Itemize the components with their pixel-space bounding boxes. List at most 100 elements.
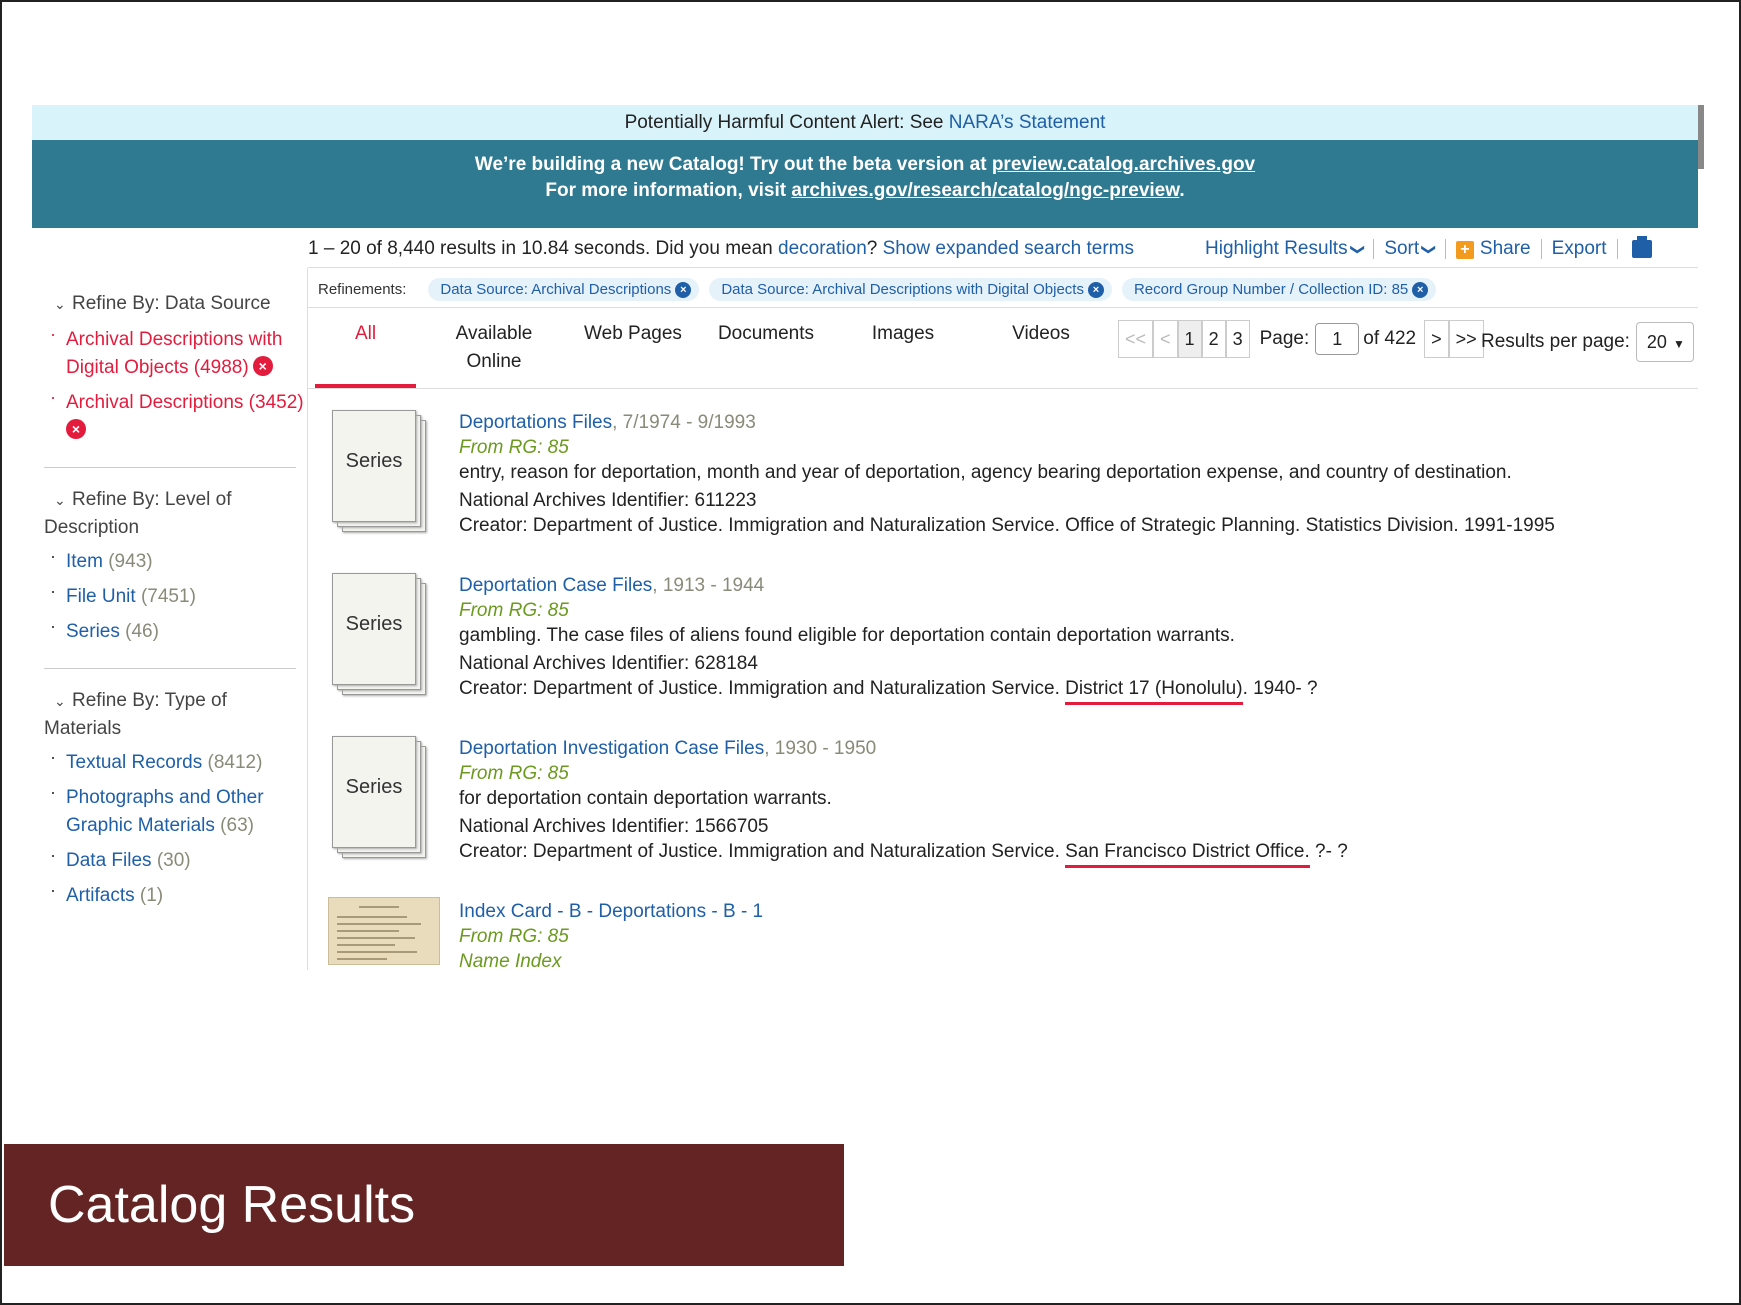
facet-item-archival-descriptions[interactable]: Archival Descriptions (3452) × [44, 383, 307, 445]
tab-videos[interactable]: Videos [968, 320, 1114, 388]
facet-title[interactable]: ⌄ Refine By: Level of Description [44, 486, 307, 542]
facet-count: (30) [156, 850, 191, 871]
result-title-link[interactable]: Deportation Case Files [459, 575, 652, 596]
nara-statement-link[interactable]: NARA’s Statement [949, 112, 1106, 133]
page-3-button[interactable]: 3 [1225, 320, 1250, 358]
facet-item-label: Archival Descriptions with [66, 329, 283, 350]
share-button[interactable]: + Share [1455, 238, 1531, 260]
facet-item-textual-records[interactable]: Textual Records (8412) [44, 743, 307, 777]
page-number-input[interactable]: 1 [1315, 323, 1360, 355]
facet-item-link[interactable]: Graphic Materials [66, 815, 215, 836]
beta-text: We’re building a new Catalog! Try out th… [474, 154, 992, 175]
first-page-button[interactable]: << [1118, 320, 1154, 358]
result-naid: National Archives Identifier: 611223 [459, 490, 757, 511]
card-line [337, 951, 417, 953]
prev-page-button[interactable]: < [1153, 320, 1178, 358]
export-button[interactable]: Export [1552, 238, 1607, 260]
page-1-button[interactable]: 1 [1177, 320, 1202, 358]
toolbar-divider [1444, 239, 1446, 259]
facet-count: (1) [139, 885, 164, 906]
facet-count: (46) [125, 621, 159, 642]
facet-title[interactable]: ⌄ Refine By: Type of Materials [44, 687, 307, 743]
tab-images[interactable]: Images [838, 320, 968, 388]
result-title-link[interactable]: Deportations Files [459, 412, 612, 433]
refine-sidebar: ⌄ Refine By: Data Source Archival Descrip… [32, 268, 308, 970]
facet-item-photographs[interactable]: Photographs and Other Graphic Materials (… [44, 778, 307, 840]
last-page-button[interactable]: >> [1448, 320, 1484, 358]
tab-documents[interactable]: Documents [694, 320, 838, 388]
remove-icon[interactable]: × [1412, 281, 1429, 298]
facet-item-link[interactable]: Data Files [66, 850, 152, 871]
facet-item-archival-with-digital[interactable]: Archival Descriptions with Digital Object… [44, 320, 307, 382]
sort-button[interactable]: Sort ❯ [1384, 238, 1437, 260]
remove-icon[interactable]: × [252, 356, 273, 376]
facet-count: (63) [220, 815, 254, 836]
remove-icon[interactable]: × [66, 419, 86, 439]
result-title-link[interactable]: Deportation Investigation Case Files [459, 738, 764, 759]
facet-item-link[interactable]: Artifacts [66, 885, 135, 906]
result-body: Deportation Case Files, 1913 - 1944 From… [459, 573, 1679, 705]
refinements-label: Refinements: [318, 281, 407, 298]
tab-all[interactable]: All [315, 320, 416, 388]
chip-label: Data Source: Archival Descriptions [440, 281, 672, 298]
results-per-page: Results per page: 20 ▼ [1481, 322, 1694, 362]
chevron-down-icon: ⌄ [54, 693, 66, 709]
facet-title[interactable]: ⌄ Refine By: Data Source [44, 290, 307, 318]
facet-item-link[interactable]: Photographs and Other [66, 787, 264, 808]
tab-web-pages[interactable]: Web Pages [572, 320, 694, 388]
page-2-button[interactable]: 2 [1201, 320, 1226, 358]
refinement-chip[interactable]: Record Group Number / Collection ID: 85 × [1121, 278, 1437, 301]
refinement-chip[interactable]: Data Source: Archival Descriptions × [428, 278, 700, 301]
refinement-chip[interactable]: Data Source: Archival Descriptions with … [709, 278, 1112, 301]
facet-item-file-unit[interactable]: File Unit (7451) [44, 577, 307, 611]
facet-title-text: Description [44, 517, 140, 538]
ngc-preview-link[interactable]: archives.gov/research/catalog/ngc-previe… [791, 180, 1179, 201]
index-card-thumbnail[interactable] [328, 897, 440, 965]
record-group: From RG: 85 [459, 600, 569, 621]
next-page-button[interactable]: > [1424, 320, 1449, 358]
materials-list: Textual Records (8412) Photographs and O… [44, 743, 307, 910]
remove-icon[interactable]: × [675, 281, 692, 298]
result-creator: Creator: Department of Justice. Immigrat… [459, 839, 1679, 868]
results-toolbar: Highlight Results ❯ Sort ❯ + Share Export [1205, 236, 1652, 260]
series-thumbnail[interactable]: Series [332, 410, 432, 534]
card-line [337, 944, 395, 946]
facet-item-item[interactable]: Item (943) [44, 542, 307, 576]
facet-item-label: Archival Descriptions (3452) [66, 392, 304, 413]
series-thumbnail[interactable]: Series [332, 736, 432, 860]
question-mark: ? [866, 238, 878, 259]
print-icon[interactable] [1631, 236, 1652, 258]
facet-item-link[interactable]: Item [66, 551, 103, 572]
preview-catalog-link[interactable]: preview.catalog.archives.gov [992, 154, 1255, 175]
show-expanded-terms-link[interactable]: Show expanded search terms [883, 238, 1134, 259]
result-title: Index Card - B - Deportations - B - 1 [459, 899, 1679, 924]
divider [44, 467, 296, 468]
record-group: From RG: 85 [459, 926, 569, 947]
level-list: Item (943) File Unit (7451) Series (46) [44, 542, 307, 646]
highlight-results-button[interactable]: Highlight Results ❯ [1205, 238, 1366, 260]
toolbar-divider [1540, 239, 1542, 259]
facet-item-link[interactable]: Textual Records [66, 752, 202, 773]
results-per-page-label: Results per page: [1481, 331, 1630, 352]
beta-catalog-banner: We’re building a new Catalog! Try out th… [32, 140, 1698, 228]
facet-title-text: Materials [44, 718, 122, 739]
facet-count: (8412) [207, 752, 263, 773]
facet-item-artifacts[interactable]: Artifacts (1) [44, 876, 307, 910]
facet-item-data-files[interactable]: Data Files (30) [44, 841, 307, 875]
divider [44, 668, 296, 669]
facet-title-text: Refine By: Level of [72, 489, 232, 510]
facet-item-label: Digital Objects (4988) [66, 357, 249, 378]
tab-available-online[interactable]: Available Online [416, 320, 572, 388]
result-body: Index Card - B - Deportations - B - 1 Fr… [459, 899, 1679, 974]
result-title-link[interactable]: Index Card - B - Deportations - B - 1 [459, 901, 763, 922]
results-per-page-select[interactable]: 20 ▼ [1635, 322, 1694, 362]
remove-icon[interactable]: × [1087, 281, 1104, 298]
thumbnail-label: Series [332, 736, 416, 848]
facet-item-link[interactable]: File Unit [66, 586, 136, 607]
series-thumbnail[interactable]: Series [332, 573, 432, 697]
did-you-mean-link[interactable]: decoration [778, 238, 867, 259]
slide-caption: Catalog Results [4, 1144, 844, 1266]
facet-item-series[interactable]: Series (46) [44, 612, 307, 646]
facet-item-link[interactable]: Series [66, 621, 120, 642]
scrollbar-thumb[interactable] [1698, 105, 1704, 169]
